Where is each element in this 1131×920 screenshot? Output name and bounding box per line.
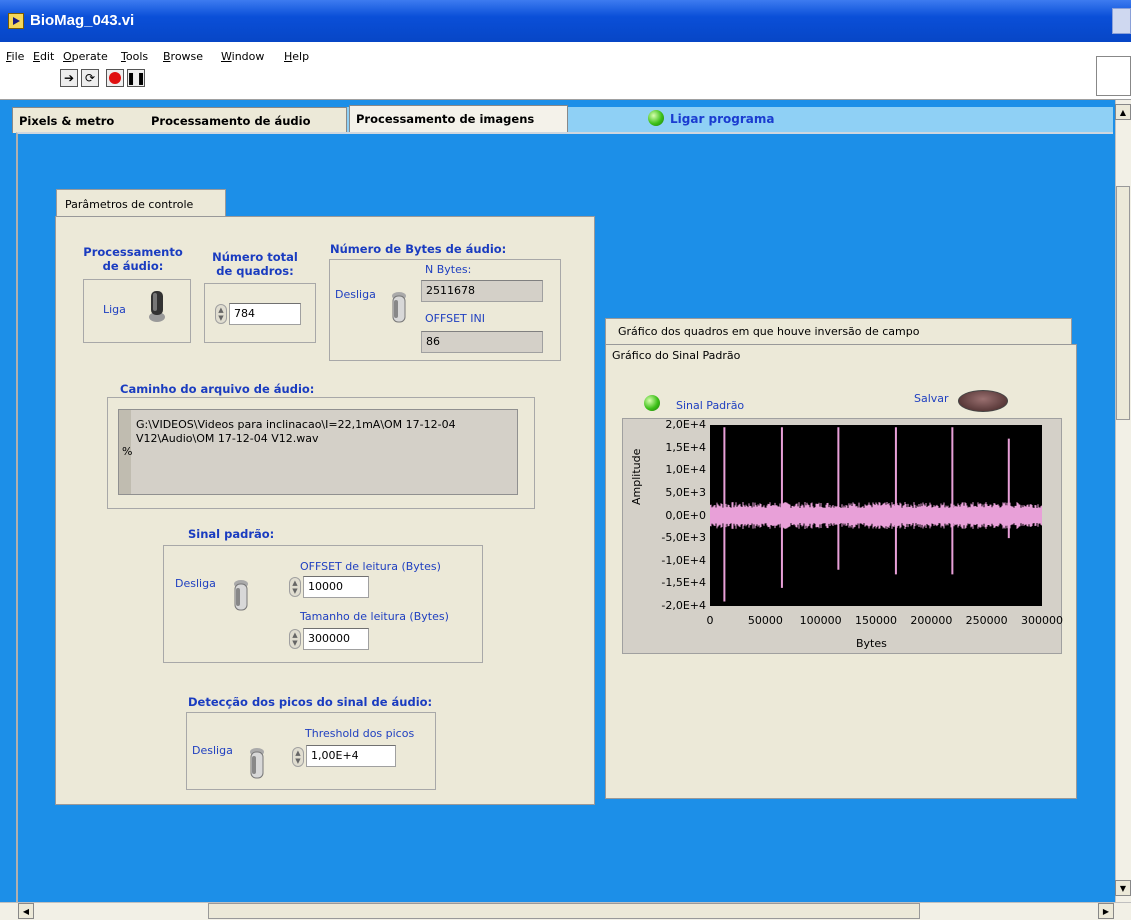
sinal-padrao-led-label: Sinal Padrão — [676, 399, 745, 412]
threshold-field[interactable]: 1,00E+4 — [306, 745, 396, 767]
proc-audio-toggle-icon[interactable] — [146, 287, 168, 323]
caminho-marker: % — [122, 445, 133, 458]
menu-file[interactable]: File — [6, 50, 24, 63]
signal-band — [710, 501, 1042, 530]
pause-icon[interactable]: ❚❚ — [126, 69, 146, 87]
window-title: BioMag_043.vi — [30, 12, 135, 29]
offset-ini-label: OFFSET INI — [425, 312, 485, 325]
tab-processamento-imagens[interactable]: Processamento de imagens — [349, 105, 568, 133]
offset-leitura-field[interactable]: 10000 — [303, 576, 369, 598]
y-axis-label: Amplitude — [630, 448, 643, 505]
sinal-padrao-toggle-icon[interactable] — [230, 578, 252, 614]
caminho-label: Caminho do arquivo de áudio: — [120, 382, 315, 396]
offset-ini-field: 86 — [421, 331, 543, 353]
menu-help[interactable]: Help — [284, 50, 309, 63]
run-arrow-icon[interactable]: ➔ — [60, 69, 78, 87]
grafico-subtitle: Gráfico do Sinal Padrão — [612, 349, 741, 362]
salvar-button[interactable] — [958, 390, 1008, 412]
signal-chart — [710, 427, 1042, 602]
ligar-programa-label: Ligar programa — [670, 112, 775, 126]
tab-parametros-controle[interactable]: Parâmetros de controle — [56, 189, 226, 217]
close-button[interactable] — [1112, 8, 1131, 34]
n-bytes-field: 2511678 — [421, 280, 543, 302]
tab-processamento-audio[interactable]: Processamento de áudio — [145, 107, 347, 133]
offset-leitura-label: OFFSET de leitura (Bytes) — [300, 560, 441, 573]
tab-pixels-metro[interactable]: Pixels & metro — [12, 107, 146, 133]
tab-grafico-quadros[interactable]: Gráfico dos quadros em que houve inversã… — [605, 318, 1072, 344]
y-tick-label: 5,0E+3 — [665, 485, 706, 499]
deteccao-label: Detecção dos picos do sinal de áudio: — [188, 695, 433, 709]
y-tick-label: -2,0E+4 — [661, 599, 706, 612]
menu-operate[interactable]: Operate — [63, 50, 108, 63]
menu-browse[interactable]: Browse — [163, 50, 203, 63]
vertical-scroll-thumb[interactable] — [1116, 186, 1130, 420]
tamanho-leitura-label: Tamanho de leitura (Bytes) — [300, 610, 449, 623]
num-quadros-field[interactable]: 784 — [229, 303, 301, 325]
threshold-label: Threshold dos picos — [305, 727, 415, 740]
scroll-down-icon[interactable]: ▼ — [1115, 880, 1131, 896]
sinal-padrao-label: Sinal padrão: — [188, 527, 275, 541]
tamanho-leitura-field[interactable]: 300000 — [303, 628, 369, 650]
proc-audio-group — [83, 279, 191, 343]
y-tick-label: 2,0E+4 — [665, 418, 706, 431]
num-quadros-spinner-icon[interactable]: ▲ ▼ — [215, 304, 227, 324]
scroll-up-icon[interactable]: ▲ — [1115, 104, 1131, 120]
y-tick-label: 0,0E+0 — [665, 508, 706, 522]
x-axis-label: Bytes — [856, 637, 887, 650]
menu-window[interactable]: Window — [221, 50, 264, 63]
y-tick-label: -1,0E+4 — [661, 553, 706, 567]
threshold-spinner-icon[interactable]: ▲ ▼ — [292, 747, 304, 767]
num-bytes-label: Número de Bytes de áudio: — [330, 242, 507, 256]
vi-connector-icon — [1096, 56, 1131, 96]
horizontal-scroll-thumb[interactable] — [208, 903, 920, 919]
scroll-left-icon[interactable]: ◀ — [18, 903, 34, 919]
sinal-padrao-led[interactable] — [644, 395, 660, 411]
x-tick-label: 200000 — [910, 614, 953, 627]
deteccao-state: Desliga — [192, 744, 233, 757]
menu-tools[interactable]: Tools — [121, 50, 148, 63]
num-bytes-toggle-icon[interactable] — [388, 290, 410, 326]
n-bytes-label: N Bytes: — [425, 263, 472, 276]
ligar-programa-led[interactable] — [648, 110, 664, 126]
salvar-label: Salvar — [914, 392, 949, 405]
y-tick-label: 1,0E+4 — [665, 463, 706, 477]
y-tick-label: 1,5E+4 — [665, 440, 706, 454]
proc-audio-state: Liga — [103, 303, 126, 316]
proc-audio-label: Processamento de áudio: — [83, 245, 183, 273]
labview-vi-icon — [8, 13, 24, 29]
abort-icon[interactable] — [106, 69, 124, 87]
x-tick-label: 0 — [706, 614, 714, 627]
offset-leitura-spinner-icon[interactable]: ▲ ▼ — [289, 577, 301, 597]
tamanho-leitura-spinner-icon[interactable]: ▲ ▼ — [289, 629, 301, 649]
caminho-path-line1: G:\VIDEOS\Videos para inclinacao\I=22,1m… — [136, 418, 456, 431]
y-tick-label: -5,0E+3 — [661, 531, 706, 545]
x-tick-label: 250000 — [965, 614, 1008, 627]
caminho-path-line2: V12\Audio\OM 17-12-04 V12.wav — [136, 432, 319, 445]
title-bar — [0, 0, 1131, 42]
num-bytes-state: Desliga — [335, 288, 376, 301]
x-tick-label: 100000 — [799, 614, 842, 627]
scroll-right-icon[interactable]: ▶ — [1098, 903, 1114, 919]
sinal-padrao-state: Desliga — [175, 577, 216, 590]
x-tick-label: 300000 — [1021, 614, 1063, 627]
x-tick-label: 150000 — [855, 614, 897, 627]
run-continuously-icon[interactable]: ⟳ — [81, 69, 99, 87]
num-quadros-label: Número total de quadros: — [212, 250, 298, 278]
x-tick-label: 50000 — [747, 614, 783, 627]
menu-edit[interactable]: Edit — [33, 50, 54, 63]
y-tick-label: -1,5E+4 — [661, 576, 706, 590]
deteccao-toggle-icon[interactable] — [246, 746, 268, 782]
